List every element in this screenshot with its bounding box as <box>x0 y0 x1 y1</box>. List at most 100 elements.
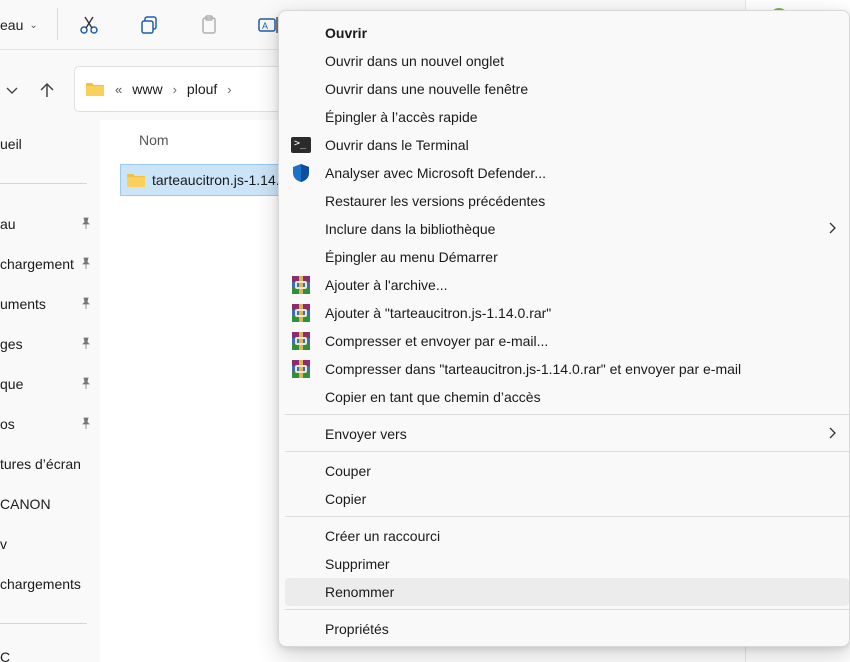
menu-separator <box>285 451 849 452</box>
new-menu-label: eau <box>0 17 24 33</box>
pin-icon <box>82 377 90 389</box>
sidebar-item-label: chargement <box>0 256 74 272</box>
winrar-icon <box>291 276 311 294</box>
menu-item-open-new-window[interactable]: Ouvrir dans une nouvelle fenêtre <box>285 75 849 103</box>
chevron-down-icon: ⌄ <box>29 19 38 31</box>
folder-icon <box>127 174 145 187</box>
sidebar-item-screenshots[interactable]: tures d’écran <box>0 449 100 479</box>
menu-item-create-shortcut[interactable]: Créer un raccourci <box>285 522 849 550</box>
sidebar-item-label: que <box>0 376 24 392</box>
menu-item-properties[interactable]: Propriétés <box>285 615 849 643</box>
menu-item-label: Supprimer <box>325 556 390 572</box>
defender-shield-icon <box>291 164 311 182</box>
menu-item-copy-path[interactable]: Copier en tant que chemin d’accès <box>285 383 849 411</box>
sidebar-item-c[interactable]: C <box>0 642 100 662</box>
pin-icon <box>82 257 90 269</box>
menu-item-compress-rar-email[interactable]: Compresser dans "tarteaucitron.js-1.14.0… <box>285 355 849 383</box>
sidebar-item-label: ges <box>0 336 23 352</box>
menu-item-open-new-tab[interactable]: Ouvrir dans un nouvel onglet <box>285 47 849 75</box>
folder-icon <box>86 83 104 96</box>
sidebar-item-home[interactable]: ueil <box>0 129 100 159</box>
chevron-down-icon <box>6 87 18 94</box>
menu-item-label: Créer un raccourci <box>325 528 441 544</box>
sidebar-item-images[interactable]: ges <box>0 329 100 359</box>
sidebar-item-label: v <box>0 536 7 552</box>
sidebar-item-label: os <box>0 416 15 432</box>
menu-item-pin-quick-access[interactable]: Épingler à l’accès rapide <box>285 103 849 131</box>
cut-button[interactable] <box>74 10 104 40</box>
menu-item-label: Ouvrir dans le Terminal <box>325 137 469 153</box>
sidebar-item-videos[interactable]: os <box>0 409 100 439</box>
menu-item-label: Copier <box>325 491 367 507</box>
recent-locations-button[interactable] <box>0 78 24 102</box>
paste-button[interactable] <box>194 10 224 40</box>
pin-icon <box>82 297 90 309</box>
menu-item-open[interactable]: Ouvrir <box>285 19 849 47</box>
menu-item-label: Envoyer vers <box>325 426 407 442</box>
winrar-icon <box>291 332 311 350</box>
sidebar-item-label: ueil <box>0 136 22 152</box>
column-header-name[interactable]: Nom <box>139 132 169 148</box>
menu-item-label: Inclure dans la bibliothèque <box>325 221 496 237</box>
menu-item-add-to-rar[interactable]: Ajouter à "tarteaucitron.js-1.14.0.rar" <box>285 299 849 327</box>
menu-item-rename[interactable]: Renommer <box>285 578 849 606</box>
chevron-right-icon[interactable]: › <box>173 82 177 97</box>
copy-button[interactable] <box>134 10 164 40</box>
new-menu-button[interactable]: eau ⌄ <box>0 10 44 40</box>
menu-item-label: Ajouter à l'archive... <box>325 277 448 293</box>
sidebar-divider <box>0 623 87 624</box>
sidebar-item-desktop[interactable]: au <box>0 209 100 239</box>
menu-separator <box>285 516 849 517</box>
sidebar-item-music[interactable]: que <box>0 369 100 399</box>
pin-icon <box>82 417 90 429</box>
menu-item-copy[interactable]: Copier <box>285 485 849 513</box>
sidebar-item-label: C <box>0 649 11 662</box>
sidebar-divider <box>0 183 87 184</box>
menu-item-compress-email[interactable]: Compresser et envoyer par e-mail... <box>285 327 849 355</box>
sidebar-item-label: CANON <box>0 496 51 512</box>
sidebar-item-telechargements[interactable]: chargements <box>0 569 100 599</box>
winrar-icon <box>291 360 311 378</box>
menu-item-send-to[interactable]: Envoyer vers <box>285 420 849 448</box>
chevron-right-icon <box>829 427 836 439</box>
menu-item-label: Renommer <box>325 584 395 600</box>
overflow-crumb[interactable]: « <box>115 82 122 97</box>
menu-item-label: Ouvrir dans un nouvel onglet <box>325 53 504 69</box>
menu-item-label: Ouvrir dans une nouvelle fenêtre <box>325 81 529 97</box>
menu-item-delete[interactable]: Supprimer <box>285 550 849 578</box>
breadcrumb-plouf[interactable]: plouf <box>187 81 217 97</box>
menu-item-label: Couper <box>325 463 371 479</box>
pin-icon <box>82 337 90 349</box>
file-name: tarteaucitron.js-1.14.0 <box>152 172 288 188</box>
menu-separator <box>285 414 849 415</box>
breadcrumb-www[interactable]: www <box>132 81 162 97</box>
menu-item-label: Épingler à l’accès rapide <box>325 109 478 125</box>
menu-item-label: Ouvrir <box>325 25 368 41</box>
sidebar-item-label: chargements <box>0 576 81 592</box>
menu-item-label: Restaurer les versions précédentes <box>325 193 546 209</box>
menu-item-add-archive[interactable]: Ajouter à l'archive... <box>285 271 849 299</box>
up-button[interactable] <box>35 78 59 102</box>
sidebar-item-downloads[interactable]: chargement <box>0 249 100 279</box>
menu-item-restore-versions[interactable]: Restaurer les versions précédentes <box>285 187 849 215</box>
svg-text:A: A <box>262 21 268 31</box>
menu-item-defender-scan[interactable]: Analyser avec Microsoft Defender... <box>285 159 849 187</box>
sidebar-item-label: uments <box>0 296 46 312</box>
pin-icon <box>82 217 90 229</box>
address-bar[interactable]: « www › plouf › <box>74 66 294 112</box>
menu-item-pin-start[interactable]: Épingler au menu Démarrer <box>285 243 849 271</box>
menu-item-open-terminal[interactable]: >_ Ouvrir dans le Terminal <box>285 131 849 159</box>
arrow-up-icon <box>40 82 54 97</box>
menu-separator <box>285 609 849 610</box>
sidebar-item-v[interactable]: v <box>0 529 100 559</box>
navigation-pane: ueil au chargement uments ges que os tur… <box>0 120 100 662</box>
chevron-right-icon <box>829 222 836 234</box>
menu-item-include-library[interactable]: Inclure dans la bibliothèque <box>285 215 849 243</box>
chevron-right-icon[interactable]: › <box>227 82 231 97</box>
menu-item-cut[interactable]: Couper <box>285 457 849 485</box>
sidebar-item-label: tures d’écran <box>0 456 81 472</box>
menu-item-label: Copier en tant que chemin d’accès <box>325 389 541 405</box>
sidebar-item-canon[interactable]: CANON <box>0 489 100 519</box>
sidebar-item-documents[interactable]: uments <box>0 289 100 319</box>
menu-item-label: Épingler au menu Démarrer <box>325 249 498 265</box>
